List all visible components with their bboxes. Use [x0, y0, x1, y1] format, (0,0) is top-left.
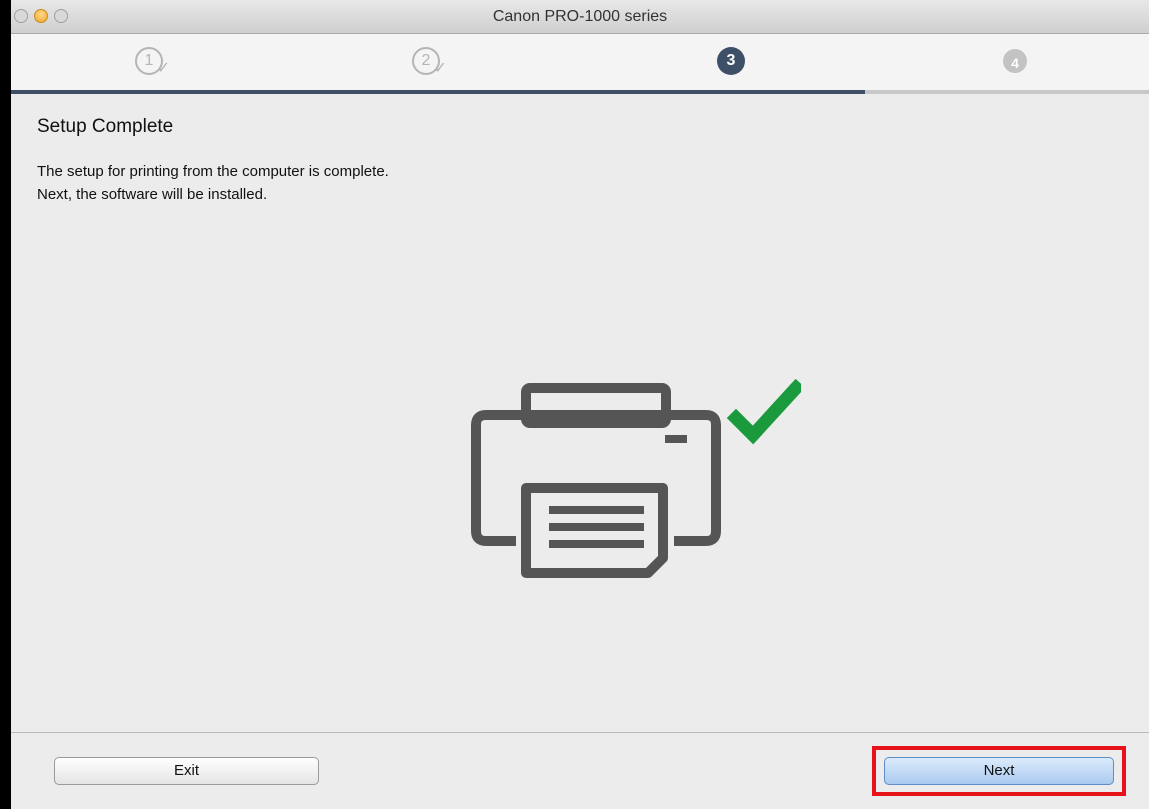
installer-window: Canon PRO-1000 series 1 ✓ 2 ✓ 3 4 Setup …	[11, 0, 1149, 809]
step-indicator: 1 ✓ 2 ✓ 3 4	[11, 34, 1149, 92]
printed-paper-lines	[549, 506, 644, 548]
window-title: Canon PRO-1000 series	[492, 8, 668, 25]
step-3-label: 3	[726, 52, 736, 69]
description-line-1: The setup for printing from the computer…	[37, 163, 389, 180]
footer-divider	[11, 732, 1149, 733]
step-check-icon: ✓	[433, 60, 447, 77]
next-button[interactable]: Next	[884, 757, 1114, 785]
page-title: Setup Complete	[37, 116, 174, 137]
setup-description: The setup for printing from the computer…	[37, 160, 389, 206]
checkmark-icon	[726, 378, 801, 445]
step-check-icon: ✓	[156, 60, 170, 77]
step-3-current: 3	[717, 47, 745, 75]
exit-button[interactable]: Exit	[54, 757, 319, 785]
step-progress-bar	[11, 90, 1149, 94]
step-4-label: 4	[1011, 55, 1019, 71]
step-2-label: 2	[421, 52, 431, 69]
step-progress-fill	[11, 90, 865, 94]
step-1-completed: 1 ✓	[135, 47, 170, 77]
printer-status-light	[665, 435, 687, 443]
step-2-completed: 2 ✓	[412, 47, 447, 77]
printer-setup-illustration	[471, 378, 801, 578]
step-1-label: 1	[144, 52, 154, 69]
step-4-upcoming: 4	[1003, 49, 1027, 73]
description-line-2: Next, the software will be installed.	[37, 186, 268, 203]
title-bar: Canon PRO-1000 series	[11, 0, 1149, 34]
